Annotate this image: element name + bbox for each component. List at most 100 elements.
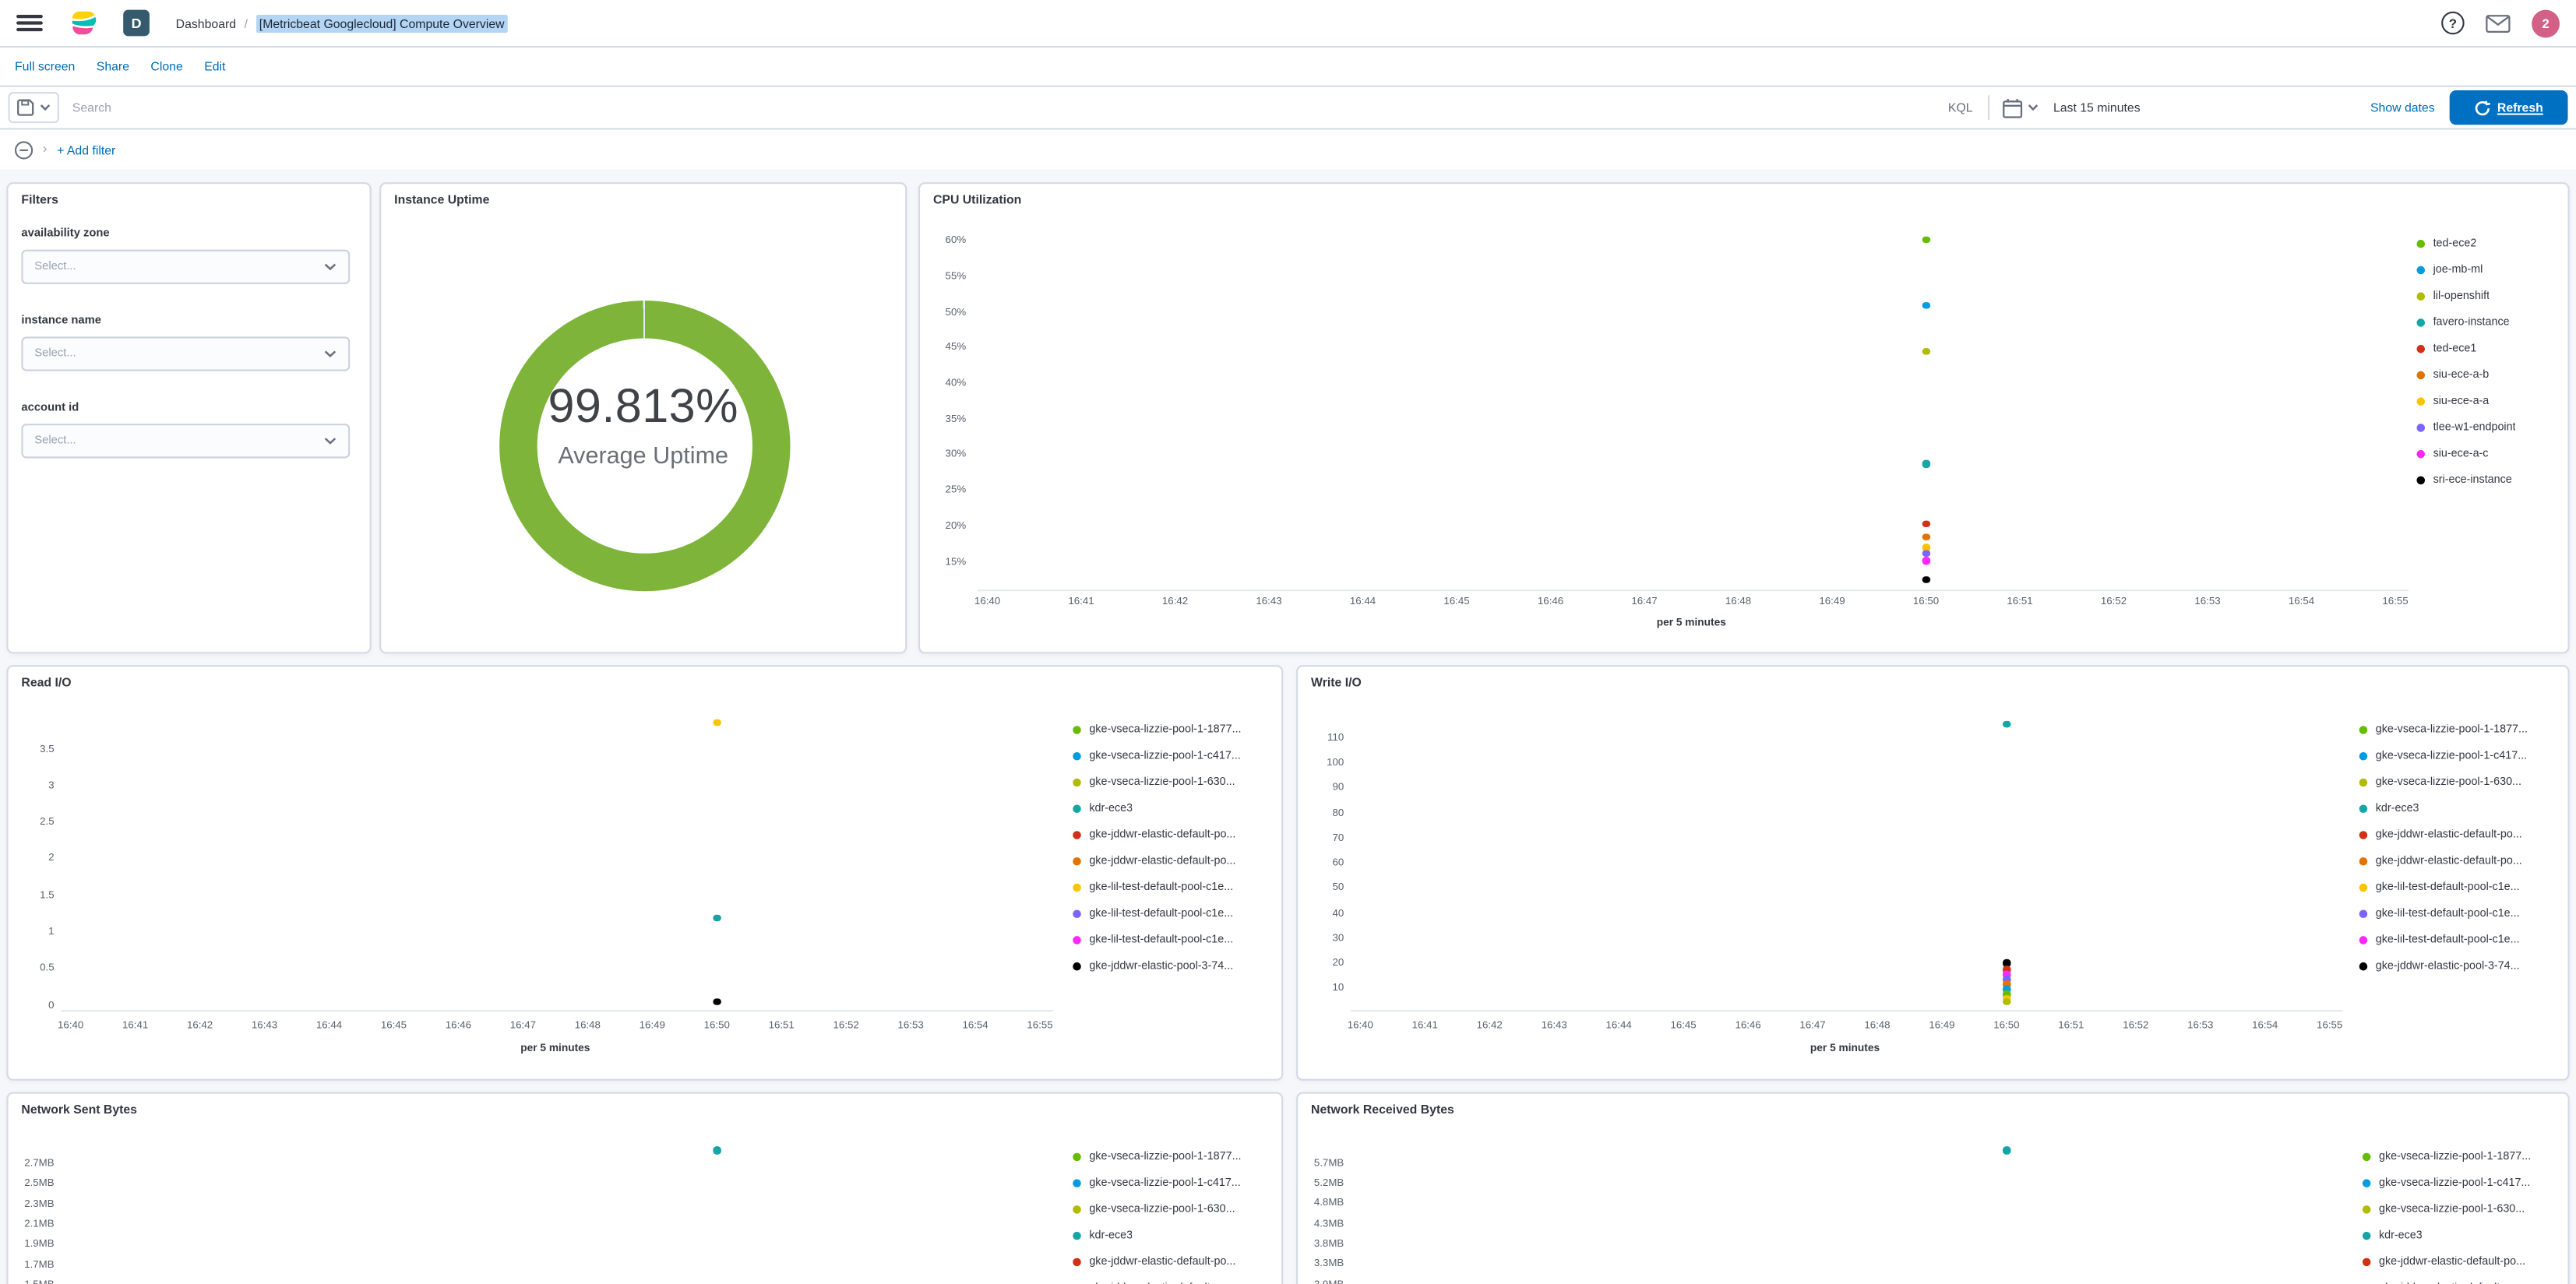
legend-item[interactable]: kdr-ece3 bbox=[1073, 1222, 1241, 1248]
mail-icon[interactable] bbox=[2486, 14, 2511, 33]
legend-swatch-icon bbox=[1073, 857, 1081, 865]
legend-item[interactable]: sri-ece-instance bbox=[2416, 467, 2515, 494]
legend-item[interactable]: favero-instance bbox=[2416, 309, 2515, 336]
show-dates-link[interactable]: Show dates bbox=[2370, 100, 2435, 115]
x-axis-label: 16:46 bbox=[445, 1019, 472, 1032]
legend-item[interactable]: gke-jddwr-elastic-default-po... bbox=[1073, 821, 1241, 848]
legend-swatch-icon bbox=[2359, 751, 2368, 760]
legend-item[interactable]: gke-jddwr-elastic-pool-3-74... bbox=[2359, 953, 2528, 980]
add-filter-link[interactable]: + Add filter bbox=[57, 142, 115, 157]
legend-item[interactable]: gke-jddwr-elastic-default-po... bbox=[1073, 1248, 1241, 1275]
x-axis-label: 16:46 bbox=[1735, 1019, 1761, 1032]
legend-item[interactable]: gke-vseca-lizzie-pool-1-c417... bbox=[1073, 742, 1241, 769]
user-avatar[interactable]: 2 bbox=[2532, 9, 2560, 37]
y-axis-label: 20% bbox=[945, 520, 967, 533]
legend-item[interactable]: gke-vseca-lizzie-pool-1-630... bbox=[1073, 769, 1241, 795]
legend-item[interactable]: joe-mb-ml bbox=[2416, 256, 2515, 283]
legend-item[interactable]: gke-lil-test-default-pool-c1e... bbox=[2359, 874, 2528, 901]
legend-item[interactable]: siu-ece-a-b bbox=[2416, 361, 2515, 388]
legend-item[interactable]: lil-openshift bbox=[2416, 283, 2515, 309]
legend-label: kdr-ece3 bbox=[1089, 802, 1133, 814]
legend-item[interactable]: gke-vseca-lizzie-pool-1-1877... bbox=[2362, 1143, 2531, 1170]
legend-label: gke-vseca-lizzie-pool-1-630... bbox=[1089, 1203, 1235, 1215]
share-link[interactable]: Share bbox=[97, 59, 129, 74]
availability-zone-select[interactable]: Select... bbox=[21, 249, 351, 284]
legend-item[interactable]: gke-lil-test-default-pool-c1e... bbox=[2359, 900, 2528, 927]
legend-item[interactable]: gke-vseca-lizzie-pool-1-630... bbox=[2359, 769, 2528, 795]
time-range-value[interactable]: Last 15 minutes bbox=[2053, 100, 2370, 115]
y-axis-label: 35% bbox=[945, 413, 967, 425]
legend-item[interactable]: siu-ece-a-a bbox=[2416, 388, 2515, 414]
legend-label: lil-openshift bbox=[2433, 290, 2490, 302]
legend-item[interactable]: siu-ece-a-c bbox=[2416, 441, 2515, 467]
legend-item[interactable]: gke-vseca-lizzie-pool-1-1877... bbox=[1073, 716, 1242, 743]
legend-item[interactable]: gke-jddwr-elastic-default-po... bbox=[2359, 821, 2528, 848]
legend-item[interactable]: kdr-ece3 bbox=[2359, 795, 2528, 821]
filter-options-icon[interactable] bbox=[14, 140, 33, 159]
legend-swatch-icon bbox=[1073, 1257, 1081, 1266]
legend-label: gke-vseca-lizzie-pool-1-c417... bbox=[1089, 749, 1241, 762]
x-axis-label: 16:49 bbox=[1819, 596, 1845, 608]
hamburger-menu-icon[interactable] bbox=[16, 10, 43, 37]
legend-item[interactable]: gke-jddwr-elastic-pool-3-74... bbox=[1073, 953, 1241, 980]
legend-item[interactable]: kdr-ece3 bbox=[1073, 795, 1241, 821]
search-input[interactable] bbox=[58, 100, 1942, 115]
panel-title: Network Received Bytes bbox=[1311, 1102, 1454, 1117]
x-axis-label: 16:52 bbox=[833, 1019, 859, 1032]
legend-label: gke-jddwr-elastic-default-po... bbox=[1089, 1255, 1236, 1268]
legend-item[interactable]: gke-lil-test-default-pool-c1e... bbox=[1073, 900, 1241, 927]
legend-item[interactable]: tlee-w1-endpoint bbox=[2416, 414, 2516, 441]
legend-item[interactable]: gke-vseca-lizzie-pool-1-630... bbox=[1073, 1196, 1241, 1222]
y-axis-label: 80 bbox=[1332, 807, 1344, 819]
space-badge[interactable]: D bbox=[123, 9, 150, 37]
edit-link[interactable]: Edit bbox=[204, 59, 225, 74]
legend-swatch-icon bbox=[2362, 1152, 2371, 1161]
legend-item[interactable]: gke-jddwr-elastic-default-po... bbox=[2362, 1275, 2531, 1284]
x-axis-label: 16:50 bbox=[1993, 1019, 2020, 1032]
x-axis-label: 16:44 bbox=[315, 1019, 343, 1032]
legend-item[interactable]: gke-jddwr-elastic-default-po... bbox=[2362, 1248, 2531, 1275]
legend-item[interactable]: ted-ece1 bbox=[2416, 336, 2515, 362]
y-axis-label: 70 bbox=[1332, 832, 1344, 844]
elastic-logo-icon bbox=[69, 9, 99, 38]
legend-swatch-icon bbox=[2362, 1231, 2371, 1240]
legend-item[interactable]: kdr-ece3 bbox=[2362, 1222, 2531, 1248]
saved-query-button[interactable] bbox=[8, 92, 59, 124]
legend-item[interactable]: ted-ece2 bbox=[2416, 230, 2515, 256]
legend-item[interactable]: gke-vseca-lizzie-pool-1-c417... bbox=[2362, 1170, 2531, 1196]
x-axis-line bbox=[1350, 1010, 2343, 1012]
account-id-select[interactable]: Select... bbox=[21, 424, 351, 459]
legend-item[interactable]: gke-jddwr-elastic-default-po... bbox=[1073, 848, 1241, 874]
legend-label: ted-ece1 bbox=[2433, 343, 2477, 354]
date-picker-button[interactable] bbox=[2002, 97, 2039, 118]
legend-label: gke-jddwr-elastic-pool-3-74... bbox=[1089, 960, 1234, 973]
query-language-button[interactable]: KQL bbox=[1948, 100, 1973, 115]
x-axis-label: 16:43 bbox=[1541, 1019, 1567, 1032]
legend-item[interactable]: gke-vseca-lizzie-pool-1-c417... bbox=[2359, 742, 2528, 769]
legend-item[interactable]: gke-lil-test-default-pool-c1e... bbox=[2359, 927, 2528, 953]
breadcrumb-dashboard[interactable]: Dashboard bbox=[176, 16, 236, 30]
full-screen-link[interactable]: Full screen bbox=[15, 59, 75, 74]
legend-item[interactable]: gke-vseca-lizzie-pool-1-1877... bbox=[2359, 716, 2528, 743]
refresh-button[interactable]: Refresh bbox=[2449, 90, 2568, 125]
data-point bbox=[1922, 533, 1930, 540]
clone-link[interactable]: Clone bbox=[150, 59, 182, 74]
legend-item[interactable]: gke-jddwr-elastic-default-po... bbox=[1073, 1275, 1241, 1284]
legend-item[interactable]: gke-jddwr-elastic-default-po... bbox=[2359, 848, 2528, 874]
x-axis-label: 16:43 bbox=[251, 1019, 278, 1032]
filter-field-availability-zone: availability zone Select... bbox=[21, 228, 351, 284]
legend-label: gke-jddwr-elastic-default-po... bbox=[2378, 1255, 2526, 1268]
legend-item[interactable]: gke-vseca-lizzie-pool-1-1877... bbox=[1073, 1143, 1242, 1170]
legend-item[interactable]: gke-vseca-lizzie-pool-1-c417... bbox=[1073, 1170, 1241, 1196]
legend-swatch-icon bbox=[1073, 830, 1081, 839]
chevron-down-icon bbox=[2028, 104, 2038, 111]
legend-label: gke-vseca-lizzie-pool-1-c417... bbox=[2378, 1177, 2531, 1189]
legend-item[interactable]: gke-lil-test-default-pool-c1e... bbox=[1073, 927, 1241, 953]
legend-item[interactable]: gke-lil-test-default-pool-c1e... bbox=[1073, 874, 1241, 901]
instance-name-select[interactable]: Select... bbox=[21, 336, 351, 371]
legend-swatch-icon bbox=[1073, 1178, 1081, 1187]
y-axis-label: 2.5 bbox=[40, 816, 55, 828]
help-icon[interactable]: ? bbox=[2441, 11, 2465, 35]
legend-item[interactable]: gke-vseca-lizzie-pool-1-630... bbox=[2362, 1196, 2531, 1222]
y-axis-label: 0 bbox=[48, 999, 55, 1011]
